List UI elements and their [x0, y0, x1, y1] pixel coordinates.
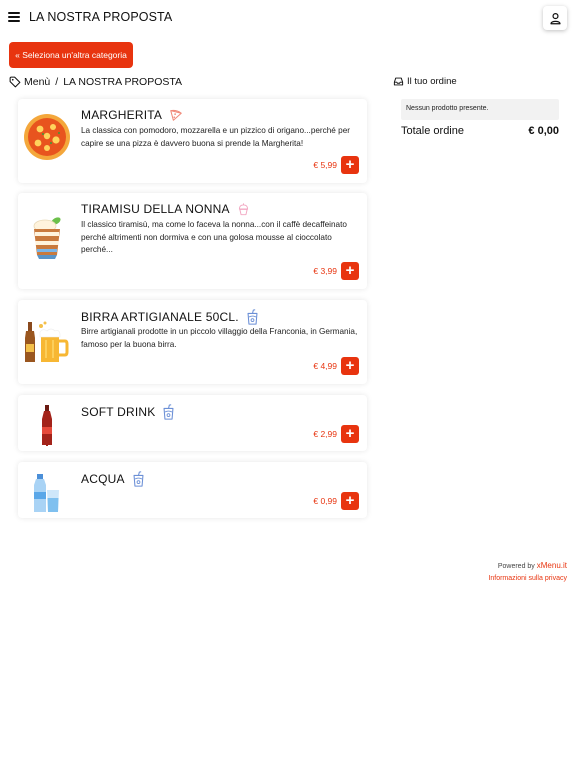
drink-cup-icon [133, 471, 144, 487]
order-title: Il tuo ordine [407, 76, 457, 87]
privacy-link[interactable]: Informazioni sulla privacy [488, 573, 567, 585]
add-to-order-button[interactable]: + [341, 425, 359, 443]
product-description: Il classico tiramisù, ma come lo faceva … [81, 220, 347, 254]
product-name: TIRAMISU DELLA NONNA [81, 202, 230, 216]
footer: Powered by xMenu.it Informazioni sulla p… [488, 560, 567, 585]
product-card-acqua[interactable]: ACQUA € 0,99 + [18, 462, 367, 518]
cupcake-icon [238, 203, 248, 216]
order-total-label: Totale ordine [401, 125, 464, 137]
breadcrumb-current: LA NOSTRA PROPOSTA [63, 76, 183, 88]
product-card-tiramisu[interactable]: TIRAMISU DELLA NONNA Il classico tiramis… [18, 193, 367, 289]
breadcrumb-separator: / [55, 76, 59, 88]
page-title: LA NOSTRA PROPOSTA [29, 10, 173, 24]
tiramisu-image [33, 217, 61, 259]
product-price: € 4,99 [313, 361, 337, 371]
drink-cup-icon [247, 309, 258, 325]
order-empty-message: Nessun prodotto presente. [401, 99, 559, 120]
water-image [34, 474, 59, 512]
select-category-button[interactable]: « Seleziona un'altra categoria [9, 42, 133, 68]
product-price: € 0,99 [313, 496, 337, 506]
product-card-birra[interactable]: BIRRA ARTIGIANALE 50CL. Birre artigianal… [18, 300, 367, 384]
product-price: € 3,99 [313, 266, 337, 276]
product-description: Birre artigianali prodotte in un piccolo… [81, 327, 358, 349]
order-total-value: € 0,00 [528, 125, 559, 137]
beer-image [25, 321, 69, 362]
pizza-image [24, 114, 70, 160]
add-to-order-button[interactable]: + [341, 492, 359, 510]
product-price: € 2,99 [313, 429, 337, 439]
product-description: La classica con pomodoro, mozzarella e u… [81, 126, 350, 148]
soft-drink-image [42, 405, 52, 446]
add-to-order-button[interactable]: + [341, 156, 359, 174]
product-name: BIRRA ARTIGIANALE 50CL. [81, 310, 239, 324]
brand-link[interactable]: xMenu.it [537, 561, 567, 570]
user-account-button[interactable] [543, 6, 567, 30]
product-name: MARGHERITA [81, 108, 163, 122]
user-icon [549, 12, 561, 24]
top-bar: LA NOSTRA PROPOSTA [0, 0, 576, 38]
pizza-slice-icon [170, 109, 182, 121]
order-header: Il tuo ordine [393, 76, 457, 87]
product-card-margherita[interactable]: MARGHERITA La classica con pomodoro, moz… [18, 99, 367, 183]
drink-cup-icon [163, 404, 174, 420]
hamburger-menu-icon[interactable] [8, 12, 20, 22]
tag-icon [9, 76, 21, 88]
inbox-icon [393, 77, 404, 86]
product-name: ACQUA [81, 472, 125, 486]
product-name: SOFT DRINK [81, 405, 156, 419]
breadcrumb: Menù / LA NOSTRA PROPOSTA [9, 76, 182, 88]
product-card-soft-drink[interactable]: SOFT DRINK € 2,99 + [18, 395, 367, 451]
powered-by-text: Powered by [497, 563, 535, 570]
add-to-order-button[interactable]: + [341, 262, 359, 280]
add-to-order-button[interactable]: + [341, 357, 359, 375]
breadcrumb-root[interactable]: Menù [24, 76, 50, 88]
product-price: € 5,99 [313, 160, 337, 170]
